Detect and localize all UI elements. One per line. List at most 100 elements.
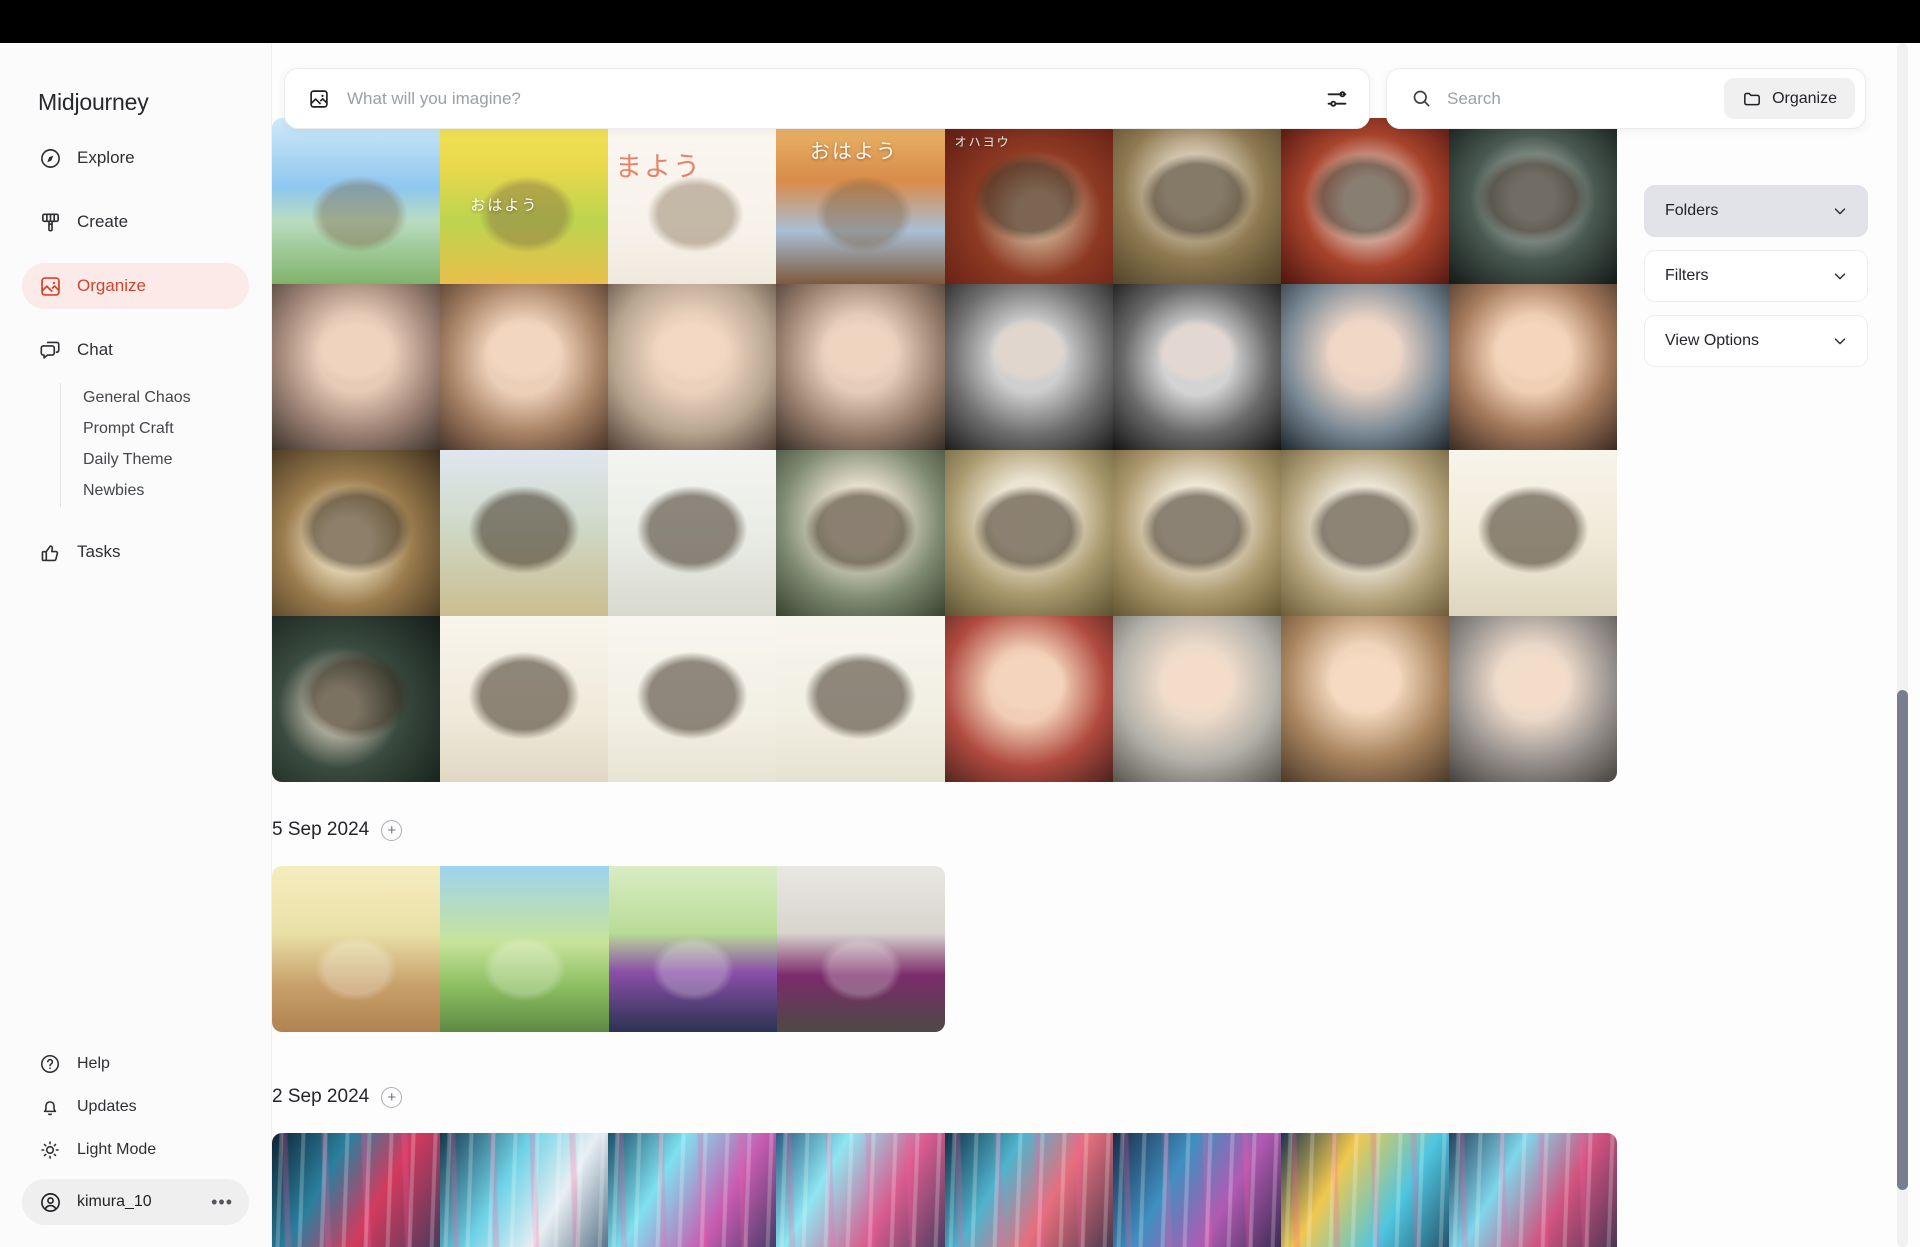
gallery-tile[interactable] xyxy=(440,450,609,617)
chevron-down-icon xyxy=(1831,202,1849,220)
sliders-icon[interactable] xyxy=(1325,87,1349,111)
ellipsis-icon[interactable]: ••• xyxy=(211,1193,233,1211)
hedgehog-silhouette xyxy=(272,284,441,451)
sidebar-item-light-mode[interactable]: Light Mode xyxy=(22,1128,249,1171)
gallery-tile[interactable] xyxy=(1448,284,1617,451)
gallery-date-header: 2 Sep 2024 + xyxy=(272,1086,403,1108)
gallery-tile[interactable] xyxy=(608,616,777,783)
gallery-tile[interactable] xyxy=(440,616,609,783)
gallery-tile[interactable] xyxy=(1112,616,1281,783)
sidebar-item-daily-theme[interactable]: Daily Theme xyxy=(83,445,249,476)
gallery-tile[interactable] xyxy=(944,284,1113,451)
sidebar-item-create[interactable]: Create xyxy=(22,199,249,245)
gallery-tile[interactable] xyxy=(1280,1133,1449,1247)
hedgehog-silhouette xyxy=(1112,450,1281,617)
gallery-tile[interactable] xyxy=(608,450,777,617)
gallery-tile[interactable] xyxy=(272,450,441,617)
gallery-tile[interactable] xyxy=(608,1133,777,1247)
neon-streaks xyxy=(1448,1133,1617,1247)
filters-dropdown[interactable]: Filters xyxy=(1644,250,1868,302)
neon-streaks xyxy=(1280,1133,1449,1247)
primary-nav: Explore Create Organize Chat General Cha… xyxy=(0,135,271,593)
chevron-down-icon xyxy=(1831,332,1849,350)
sidebar-item-chat[interactable]: Chat xyxy=(22,327,249,373)
gallery-tile[interactable]: おはよう xyxy=(440,118,609,285)
user-circle-icon xyxy=(38,1190,62,1214)
gallery-tile[interactable] xyxy=(1448,450,1617,617)
folders-dropdown[interactable]: Folders xyxy=(1644,185,1868,237)
gallery-tile[interactable] xyxy=(440,1133,609,1247)
gallery-tile[interactable] xyxy=(776,866,945,1033)
gallery-tile[interactable]: まよう xyxy=(608,118,777,285)
sidebar-item-tasks[interactable]: Tasks xyxy=(22,529,249,575)
gallery-tile[interactable] xyxy=(272,284,441,451)
gallery-tile[interactable] xyxy=(944,450,1113,617)
gallery-tile[interactable] xyxy=(272,616,441,783)
sidebar-item-explore[interactable]: Explore xyxy=(22,135,249,181)
gallery-tile[interactable] xyxy=(944,616,1113,783)
folders-dropdown-label: Folders xyxy=(1665,202,1719,219)
hedgehog-silhouette xyxy=(272,866,441,1033)
chat-bubble-icon xyxy=(38,338,62,362)
gallery-tile[interactable] xyxy=(1280,284,1449,451)
search-input[interactable] xyxy=(1447,88,1725,109)
hedgehog-silhouette xyxy=(272,118,441,285)
sidebar-item-label: Light Mode xyxy=(77,1140,157,1158)
gallery-tile[interactable] xyxy=(1112,118,1281,285)
gallery-tile[interactable] xyxy=(440,866,609,1033)
gallery-tile[interactable] xyxy=(944,1133,1113,1247)
gallery-tile[interactable] xyxy=(1448,1133,1617,1247)
thumbs-up-icon xyxy=(38,540,62,564)
gallery-tile[interactable] xyxy=(272,866,441,1033)
neon-streaks xyxy=(776,1133,945,1247)
sidebar-item-general-chaos[interactable]: General Chaos xyxy=(83,383,249,414)
add-to-folder-button[interactable]: + xyxy=(381,1086,403,1108)
prompt-input[interactable] xyxy=(347,88,1325,109)
sidebar-item-newbies[interactable]: Newbies xyxy=(83,476,249,507)
sidebar-item-help[interactable]: Help xyxy=(22,1042,249,1085)
add-to-folder-button[interactable]: + xyxy=(381,819,403,841)
hedgehog-silhouette xyxy=(1448,118,1617,285)
gallery-tile[interactable] xyxy=(1112,1133,1281,1247)
gallery-tile[interactable] xyxy=(776,450,945,617)
hedgehog-silhouette xyxy=(608,284,777,451)
gallery-tile[interactable] xyxy=(1448,616,1617,783)
gallery-tile[interactable]: おはよう xyxy=(776,118,945,285)
gallery-tile[interactable] xyxy=(1448,118,1617,285)
compass-icon xyxy=(38,146,62,170)
hedgehog-silhouette xyxy=(944,616,1113,783)
gallery-tile[interactable] xyxy=(776,616,945,783)
vertical-scrollbar-track[interactable] xyxy=(1897,43,1908,1247)
prompt-bar[interactable] xyxy=(284,68,1370,129)
gallery-tile[interactable] xyxy=(272,1133,441,1247)
hedgehog-silhouette xyxy=(272,450,441,617)
organize-button[interactable]: Organize xyxy=(1724,78,1855,119)
gallery-tile[interactable] xyxy=(1280,118,1449,285)
gallery-tile[interactable] xyxy=(1280,616,1449,783)
vertical-scrollbar-thumb[interactable] xyxy=(1897,690,1908,1190)
gallery-tile[interactable] xyxy=(440,284,609,451)
sidebar-item-prompt-craft[interactable]: Prompt Craft xyxy=(83,414,249,445)
gallery-tile[interactable] xyxy=(1280,450,1449,617)
gallery-tile[interactable] xyxy=(272,118,441,285)
user-account-chip[interactable]: kimura_10 ••• xyxy=(22,1179,249,1225)
gallery-tile[interactable]: オハヨウ xyxy=(944,118,1113,285)
gallery-tile[interactable] xyxy=(608,866,777,1033)
gallery-tile[interactable] xyxy=(776,1133,945,1247)
sidebar-item-organize[interactable]: Organize xyxy=(22,263,249,309)
hedgehog-silhouette xyxy=(608,118,777,285)
hedgehog-silhouette xyxy=(776,616,945,783)
view-options-dropdown[interactable]: View Options xyxy=(1644,315,1868,367)
hedgehog-silhouette xyxy=(1448,450,1617,617)
gallery-tile[interactable] xyxy=(608,284,777,451)
gallery-tile[interactable] xyxy=(776,284,945,451)
sidebar-item-updates[interactable]: Updates xyxy=(22,1085,249,1128)
hedgehog-silhouette xyxy=(776,866,945,1033)
gallery-tile[interactable] xyxy=(1112,450,1281,617)
hedgehog-silhouette xyxy=(944,450,1113,617)
username-label: kimura_10 xyxy=(77,1193,152,1210)
search-bar[interactable]: Organize xyxy=(1386,68,1866,129)
gallery-tile[interactable] xyxy=(1112,284,1281,451)
app-root: Midjourney Explore Create Organize Chat … xyxy=(0,0,1920,1247)
